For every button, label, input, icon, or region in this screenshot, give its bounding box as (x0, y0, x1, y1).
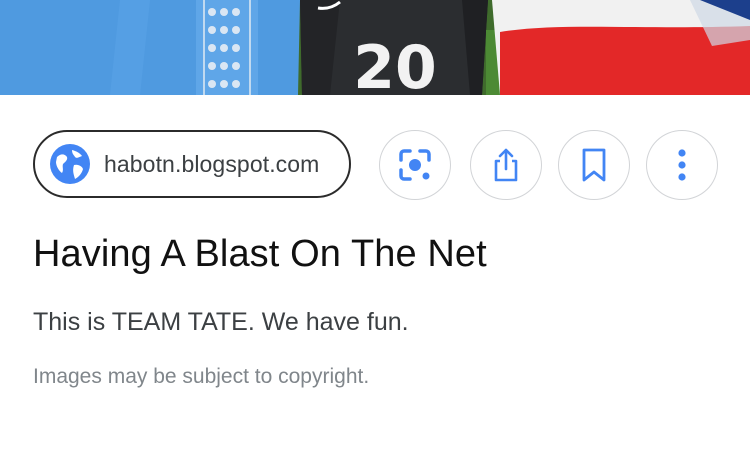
photo-graphic: 20 (0, 0, 750, 95)
source-link[interactable]: habotn.blogspot.com (33, 130, 351, 198)
jersey-number: 20 (353, 33, 437, 95)
copyright-notice: Images may be subject to copyright. (33, 365, 370, 388)
lens-icon (399, 149, 431, 181)
share-icon (494, 148, 518, 182)
save-button[interactable] (558, 130, 630, 200)
more-options-button[interactable] (646, 130, 718, 200)
share-button[interactable] (470, 130, 542, 200)
lens-button[interactable] (379, 130, 451, 200)
result-description: This is TEAM TATE. We have fun. (33, 308, 409, 336)
more-vert-icon (678, 149, 686, 181)
bookmark-icon (582, 148, 606, 182)
result-title[interactable]: Having A Blast On The Net (33, 233, 487, 276)
source-domain: habotn.blogspot.com (104, 150, 320, 177)
preview-image[interactable]: 20 (0, 0, 750, 95)
globe-icon (50, 144, 90, 184)
